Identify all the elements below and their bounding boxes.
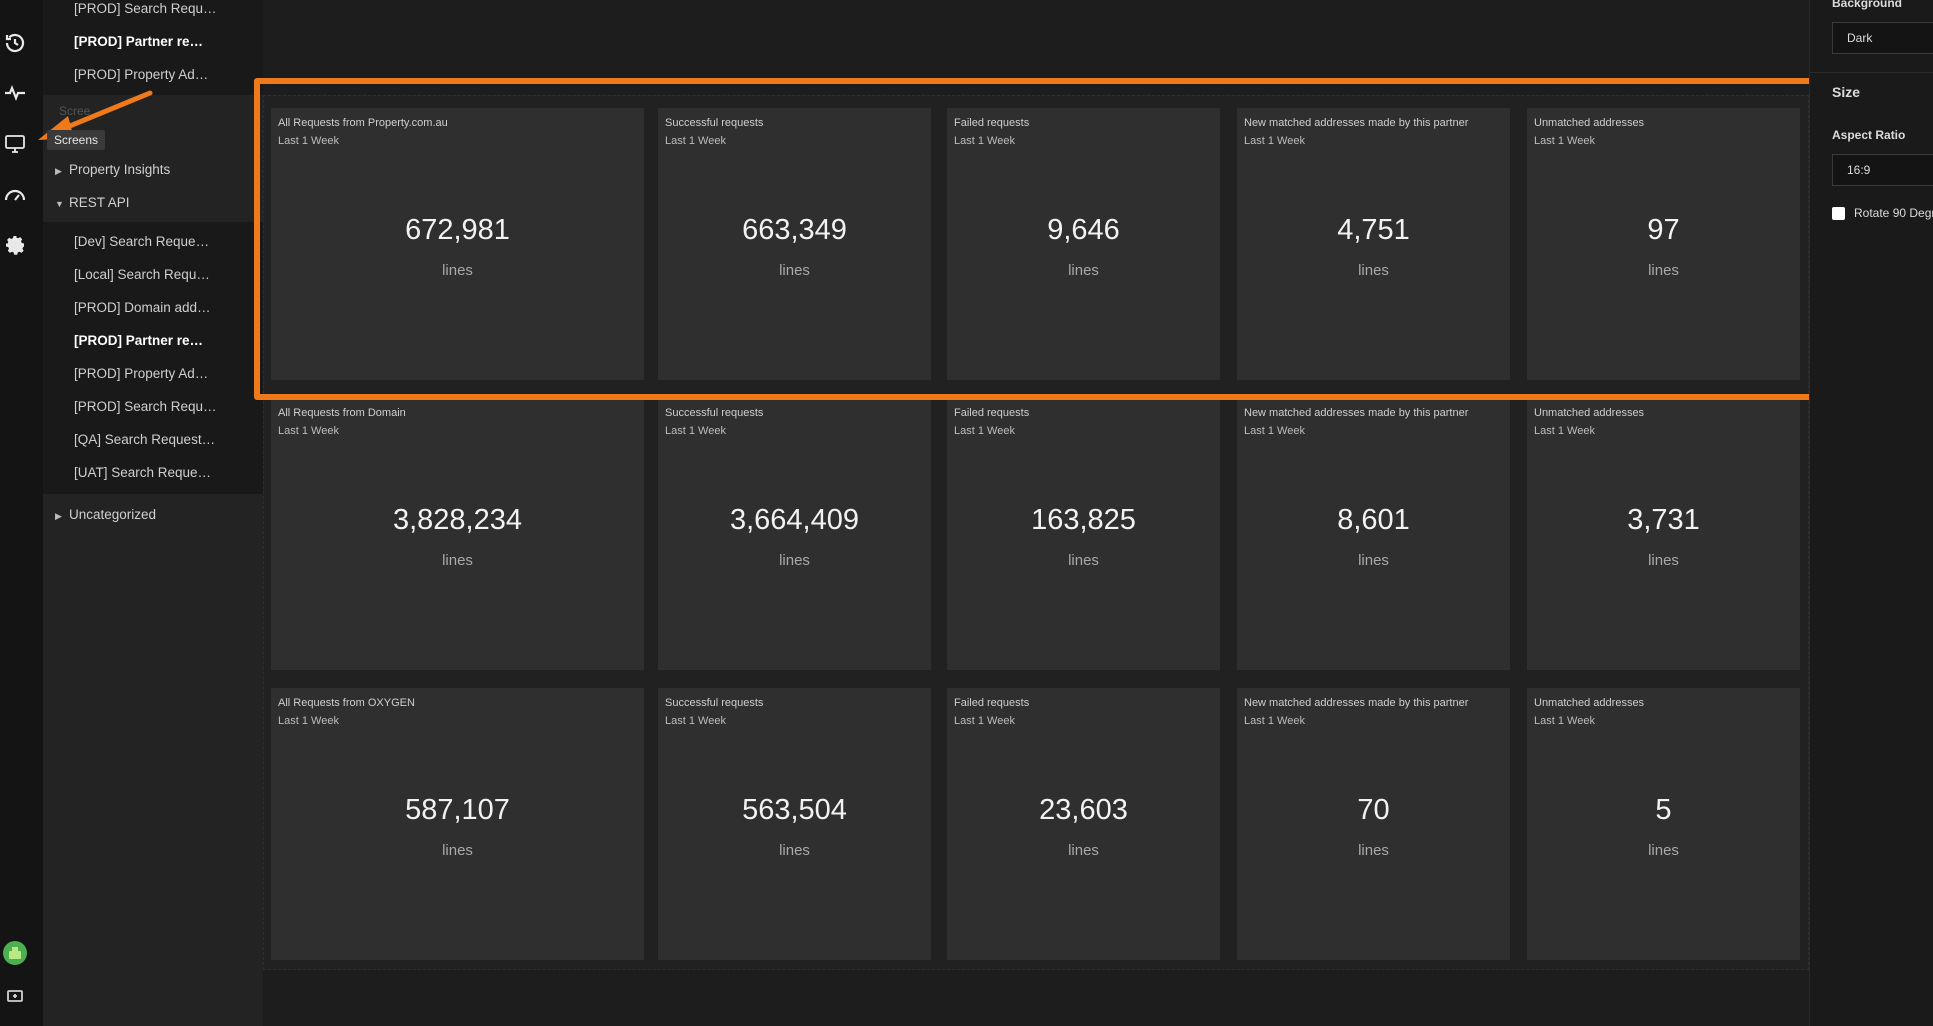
card-value: 70 — [1357, 794, 1390, 826]
pulse-icon[interactable] — [0, 78, 30, 108]
card-value: 3,664,409 — [729, 504, 859, 536]
card-title: All Requests from Domain — [278, 407, 406, 419]
card-value: 5 — [1655, 794, 1672, 826]
aspect-ratio-label: Aspect Ratio — [1832, 128, 1906, 142]
card-value: 3,731 — [1627, 504, 1700, 536]
size-heading: Size — [1832, 84, 1861, 100]
card-unit: lines — [1068, 842, 1099, 859]
card-period: Last 1 Week — [954, 425, 1015, 437]
card-title: Failed requests — [954, 697, 1030, 709]
divider — [1810, 72, 1933, 73]
rest-api-group — [43, 222, 263, 494]
card-value: 163,825 — [1031, 504, 1136, 536]
caret-right-icon: ▶ — [55, 511, 62, 521]
avatar[interactable] — [0, 938, 30, 968]
stat-card[interactable]: Unmatched addresses Last 1 Week 5 lines — [1527, 688, 1800, 960]
stat-card[interactable]: All Requests from OXYGEN Last 1 Week 587,1… — [271, 688, 644, 960]
card-value: 587,107 — [405, 794, 510, 826]
stat-card[interactable]: New matched addresses made by this partn… — [1237, 688, 1510, 960]
card-period: Last 1 Week — [1534, 425, 1595, 437]
card-unit: lines — [1358, 842, 1389, 859]
sidebar-item[interactable]: [PROD] Property Ad… — [74, 67, 259, 82]
stat-card[interactable]: New matched addresses made by this partn… — [1237, 398, 1510, 670]
card-title: Failed requests — [954, 407, 1030, 419]
card-unit: lines — [442, 842, 473, 859]
screens-sidebar: [PROD] Search Requ… [PROD] Partner re… [… — [43, 0, 263, 1026]
card-unit: lines — [1648, 842, 1679, 859]
highlight-box — [254, 78, 1827, 400]
card-unit: lines — [1068, 552, 1099, 569]
stat-card[interactable]: Failed requests Last 1 Week 163,825 lines — [947, 398, 1220, 670]
stat-card[interactable]: Successful requests Last 1 Week 563,504 lin… — [658, 688, 931, 960]
sidebar-item[interactable]: [UAT] Search Reque… — [74, 465, 259, 480]
card-unit: lines — [442, 552, 473, 569]
card-period: Last 1 Week — [665, 425, 726, 437]
card-period: Last 1 Week — [665, 715, 726, 727]
screens-icon[interactable] — [0, 129, 30, 159]
background-select[interactable]: Dark — [1832, 22, 1933, 54]
folder-uncategorized[interactable]: ▶ Uncategorized — [55, 507, 156, 522]
card-period: Last 1 Week — [1244, 425, 1305, 437]
sidebar-item[interactable]: [Dev] Search Reque… — [74, 234, 259, 249]
stat-card[interactable]: Successful requests Last 1 Week 3,664,409 l… — [658, 398, 931, 670]
card-title: Unmatched addresses — [1534, 407, 1645, 419]
sidebar-item[interactable]: [PROD] Domain add… — [74, 300, 259, 315]
card-unit: lines — [1648, 552, 1679, 569]
card-title: Unmatched addresses — [1534, 697, 1645, 709]
card-title: Successful requests — [665, 407, 764, 419]
card-unit: lines — [1358, 552, 1389, 569]
display-icon[interactable] — [0, 982, 30, 1012]
sidebar-item-active[interactable]: [PROD] Partner re… — [74, 34, 259, 49]
sidebar-item[interactable]: [PROD] Search Requ… — [74, 399, 259, 414]
card-value: 23,603 — [1039, 794, 1128, 826]
card-value: 563,504 — [742, 794, 847, 826]
caret-down-icon: ▼ — [55, 199, 64, 209]
sidebar-item[interactable]: [PROD] Search Requ… — [74, 1, 259, 16]
folder-property-insights[interactable]: ▶ Property Insights — [55, 162, 170, 177]
properties-panel: Background Dark Size Aspect Ratio 16:9 R… — [1809, 0, 1933, 1026]
card-unit: lines — [779, 842, 810, 859]
stat-card[interactable]: Unmatched addresses Last 1 Week 3,731 lines — [1527, 398, 1800, 670]
aspect-ratio-select[interactable]: 16:9 — [1832, 154, 1933, 186]
history-icon[interactable] — [0, 28, 30, 58]
card-value: 8,601 — [1337, 504, 1410, 536]
card-title: New matched addresses made by this partn… — [1244, 697, 1469, 709]
background-label: Background — [1832, 0, 1903, 10]
stat-card[interactable]: All Requests from Domain Last 1 Week 3,828… — [271, 398, 644, 670]
card-period: Last 1 Week — [954, 715, 1015, 727]
card-period: Last 1 Week — [278, 715, 339, 727]
card-value: 3,828,234 — [392, 504, 522, 536]
sidebar-item-active[interactable]: [PROD] Partner re… — [74, 333, 259, 348]
sidebar-item[interactable]: [Local] Search Requ… — [74, 267, 259, 282]
icon-rail — [0, 0, 43, 1026]
card-title: New matched addresses made by this partn… — [1244, 407, 1469, 419]
card-period: Last 1 Week — [1534, 715, 1595, 727]
folder-rest-api[interactable]: ▼ REST API — [55, 195, 130, 210]
screens-tooltip: Screens — [47, 130, 106, 150]
card-period: Last 1 Week — [278, 425, 339, 437]
dashboard-icon[interactable] — [0, 180, 30, 210]
card-period: Last 1 Week — [1244, 715, 1305, 727]
rotate-label: Rotate 90 Degr — [1854, 206, 1933, 220]
folder-label: Property Insights — [69, 162, 171, 177]
sidebar-item[interactable]: [QA] Search Request… — [74, 432, 259, 447]
card-unit: lines — [779, 552, 810, 569]
card-title: Successful requests — [665, 697, 764, 709]
caret-right-icon: ▶ — [55, 166, 62, 176]
stat-card[interactable]: Failed requests Last 1 Week 23,603 lines — [947, 688, 1220, 960]
sidebar-item[interactable]: [PROD] Property Ad… — [74, 366, 259, 381]
folder-label: Uncategorized — [69, 507, 157, 522]
card-title: All Requests from OXYGEN — [278, 697, 415, 709]
settings-icon[interactable] — [0, 230, 30, 260]
folder-label: REST API — [69, 195, 130, 210]
rotate-checkbox[interactable] — [1832, 207, 1845, 220]
